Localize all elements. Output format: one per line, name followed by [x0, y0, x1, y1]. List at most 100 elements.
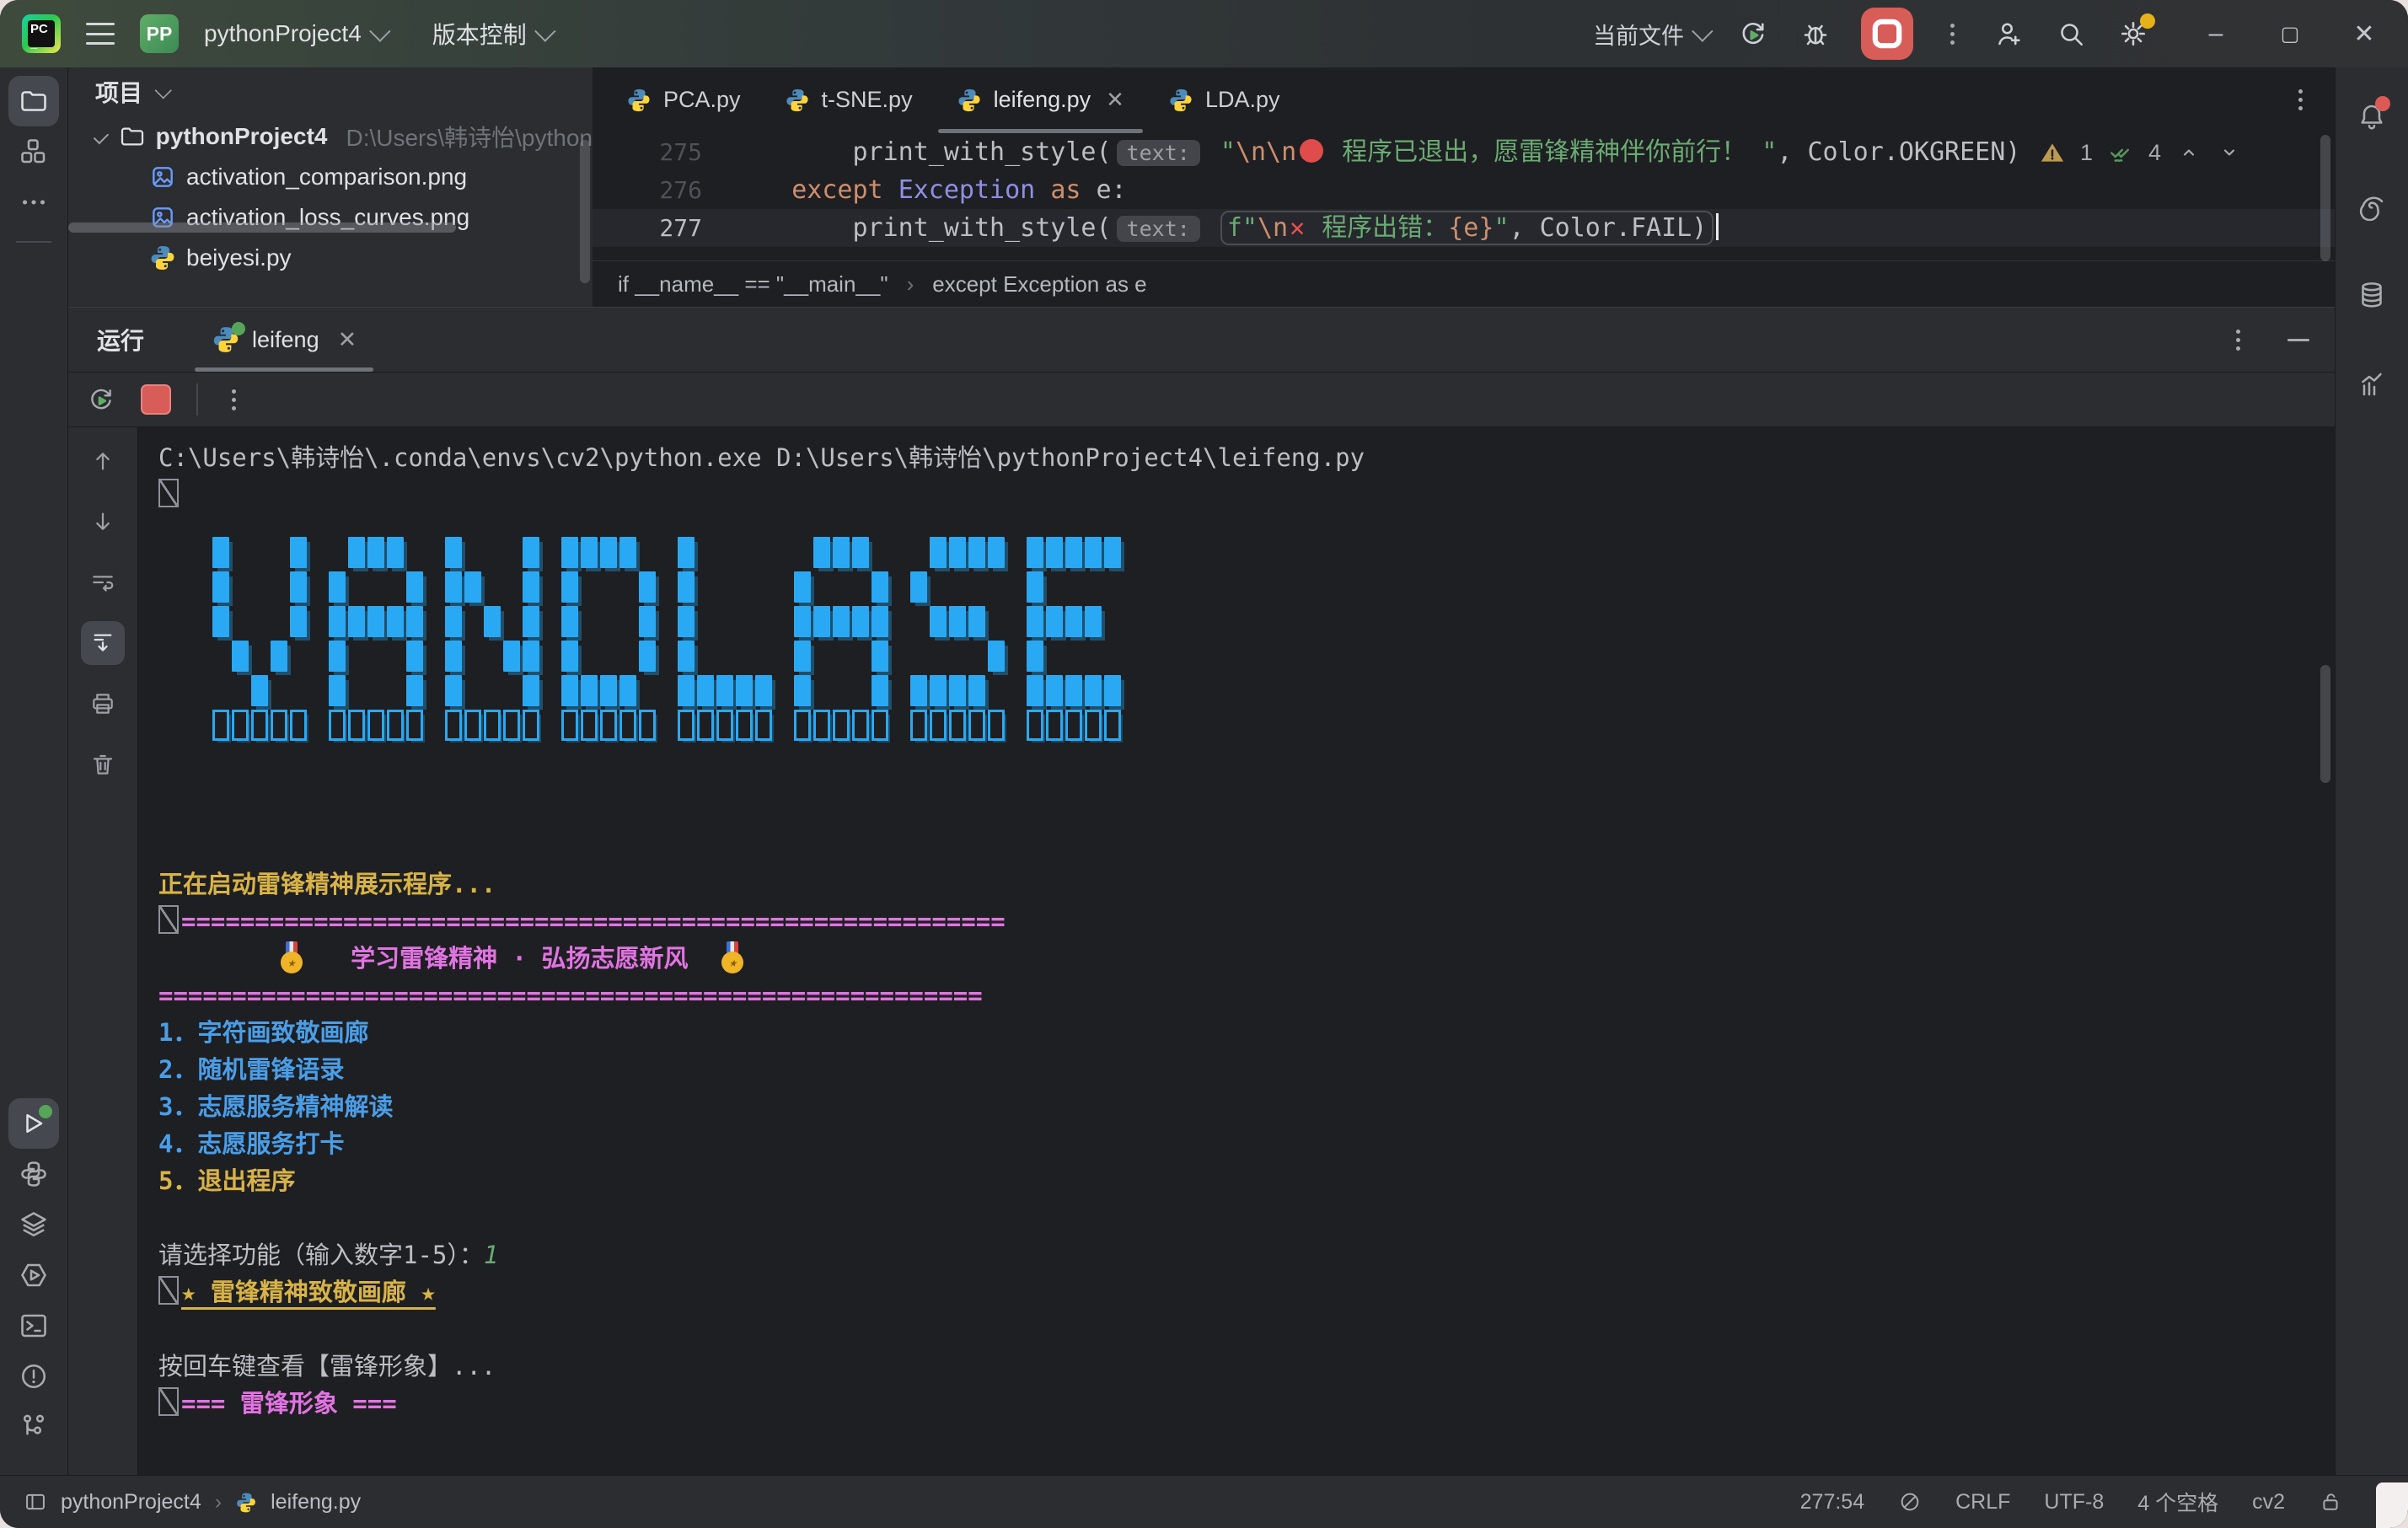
vertical-scrollbar[interactable] — [580, 140, 590, 283]
code-line-277[interactable]: 277 print_with_style(text: f"\n✕ 程序出错：{e… — [593, 209, 2335, 247]
editor-tab-PCA-py[interactable]: PCA.py — [604, 67, 763, 133]
status-file[interactable]: leifeng.py — [271, 1490, 361, 1515]
settings-gear-icon[interactable] — [2116, 17, 2150, 51]
project-panel: 项目 pythonProject4D:\Users\韩诗怡\python acti… — [68, 67, 593, 307]
more-icon[interactable] — [223, 389, 244, 410]
hide-panel-icon[interactable] — [2287, 339, 2309, 341]
chevron-down-icon[interactable] — [155, 82, 172, 99]
tree-item-pythonProject4[interactable]: pythonProject4D:\Users\韩诗怡\python — [68, 116, 593, 157]
code-segment — [1205, 213, 1220, 243]
indent-setting[interactable]: 4 个空格 — [2137, 1487, 2218, 1517]
code-segment: , Color.FAIL) — [1510, 213, 1708, 243]
plots-icon[interactable] — [2346, 359, 2397, 410]
code-segment: , Color.OKGREEN) — [1777, 137, 2020, 167]
notifications-icon[interactable] — [2346, 91, 2397, 142]
close-icon[interactable]: ✕ — [1106, 87, 1124, 113]
database-icon[interactable] — [2346, 270, 2397, 320]
more-tools-icon[interactable] — [8, 177, 59, 228]
editor-tab-LDA-py[interactable]: LDA.py — [1146, 67, 1302, 133]
rerun-icon[interactable] — [1736, 17, 1770, 51]
run-config-selector[interactable]: 当前文件 — [1593, 18, 1708, 51]
art-cell — [910, 675, 927, 706]
art-cell — [619, 537, 636, 568]
python-console-icon[interactable] — [8, 1149, 59, 1199]
inspection-level-icon[interactable] — [1898, 1490, 1922, 1514]
console-text — [307, 944, 351, 973]
breadcrumb-item[interactable]: if __name__ == "__main__" — [618, 271, 888, 298]
caret-position[interactable]: 277:54 — [1800, 1490, 1864, 1515]
expand-chevron-icon[interactable] — [94, 129, 109, 144]
console-line: 请选择功能（输入数字1-5）：1 — [158, 1236, 2335, 1273]
editor-scrollbar[interactable] — [2320, 135, 2330, 261]
minimize-button[interactable]: – — [2201, 19, 2231, 49]
code-line-276[interactable]: 276 except Exception as e: — [593, 171, 2335, 209]
editor-tab-t-SNE-py[interactable]: t-SNE.py — [763, 67, 935, 133]
clear-console-icon[interactable] — [81, 743, 125, 786]
file-encoding[interactable]: UTF-8 — [2044, 1490, 2104, 1515]
white-corner-box — [2376, 1482, 2408, 1528]
soft-wrap-icon[interactable] — [81, 560, 125, 604]
code-segment — [731, 175, 791, 205]
main-menu-icon[interactable] — [86, 23, 115, 45]
horizontal-scrollbar[interactable] — [68, 222, 456, 233]
art-cell — [212, 537, 229, 568]
print-icon[interactable] — [81, 682, 125, 726]
services-icon[interactable] — [8, 1199, 59, 1250]
line-ending[interactable]: CRLF — [1955, 1490, 2010, 1515]
scroll-to-end-icon[interactable] — [81, 621, 125, 665]
project-panel-title: 项目 — [95, 75, 142, 109]
tab-options-icon[interactable] — [2290, 89, 2311, 110]
project-badge[interactable]: PP — [140, 14, 179, 53]
project-selector[interactable]: pythonProject4 — [204, 20, 385, 47]
project-tool-icon[interactable] — [8, 76, 59, 126]
python-packages-icon[interactable] — [8, 1250, 59, 1300]
rerun-icon[interactable] — [87, 385, 115, 414]
art-cell — [271, 710, 287, 741]
run-tab-leifeng[interactable]: leifeng ✕ — [195, 308, 373, 372]
console-gutter — [68, 427, 138, 1476]
version-control-icon[interactable] — [8, 1402, 59, 1452]
stop-button[interactable] — [1861, 8, 1913, 60]
selection-box: f"\n✕ 程序出错：{e}", Color.FAIL) — [1220, 211, 1713, 245]
art-cell — [833, 606, 850, 637]
python-icon — [235, 1491, 257, 1513]
art-cell — [329, 675, 346, 706]
breadcrumb-item[interactable]: except Exception as e — [932, 271, 1146, 298]
close-icon[interactable]: ✕ — [338, 327, 357, 353]
pycharm-logo-icon: PC_ — [22, 14, 61, 53]
ai-assistant-icon[interactable] — [2346, 180, 2397, 231]
console-output[interactable]: C:\Users\韩诗怡\.conda\envs\cv2\python.exe … — [138, 427, 2335, 1476]
scroll-down-icon[interactable] — [81, 500, 125, 544]
art-cell — [871, 641, 888, 672]
lock-icon[interactable] — [2319, 1490, 2342, 1514]
editor-tab-leifeng-py[interactable]: leifeng.py✕ — [935, 67, 1146, 133]
debug-icon[interactable] — [1799, 17, 1832, 51]
console-line: ========================================… — [158, 903, 2335, 940]
more-actions-icon[interactable] — [1942, 24, 1963, 45]
terminal-icon[interactable] — [8, 1300, 59, 1351]
interpreter[interactable]: cv2 — [2252, 1490, 2285, 1515]
run-tool-icon[interactable] — [8, 1098, 59, 1149]
art-cell — [1085, 675, 1102, 706]
status-bar: pythonProject4 › leifeng.py 277:54CRLFUT… — [0, 1475, 2408, 1528]
running-indicator — [232, 322, 245, 335]
tree-item-beiyesi-py[interactable]: beiyesi.py — [68, 238, 593, 278]
inspection-widget[interactable]: 14 — [2040, 140, 2242, 166]
vcs-selector[interactable]: 版本控制 — [432, 17, 550, 51]
maximize-button[interactable]: ▢ — [2275, 19, 2305, 49]
problems-icon[interactable] — [8, 1351, 59, 1402]
structure-tool-icon[interactable] — [8, 126, 59, 177]
add-user-icon[interactable] — [1992, 17, 2025, 51]
scroll-up-icon[interactable] — [81, 439, 125, 483]
console-scrollbar[interactable] — [2320, 665, 2330, 783]
status-project[interactable]: pythonProject4 — [61, 1490, 201, 1515]
search-icon[interactable] — [2054, 17, 2088, 51]
close-button[interactable]: ✕ — [2349, 19, 2379, 49]
run-panel-options-icon[interactable] — [2228, 330, 2249, 351]
art-cell — [755, 710, 772, 741]
tree-item-activation_comparison-png[interactable]: activation_comparison.png — [68, 157, 593, 197]
stop-icon[interactable] — [141, 384, 171, 415]
tree-item-label: activation_comparison.png — [186, 164, 467, 190]
prev-issue-icon[interactable] — [2176, 140, 2202, 165]
next-issue-icon[interactable] — [2217, 140, 2242, 165]
